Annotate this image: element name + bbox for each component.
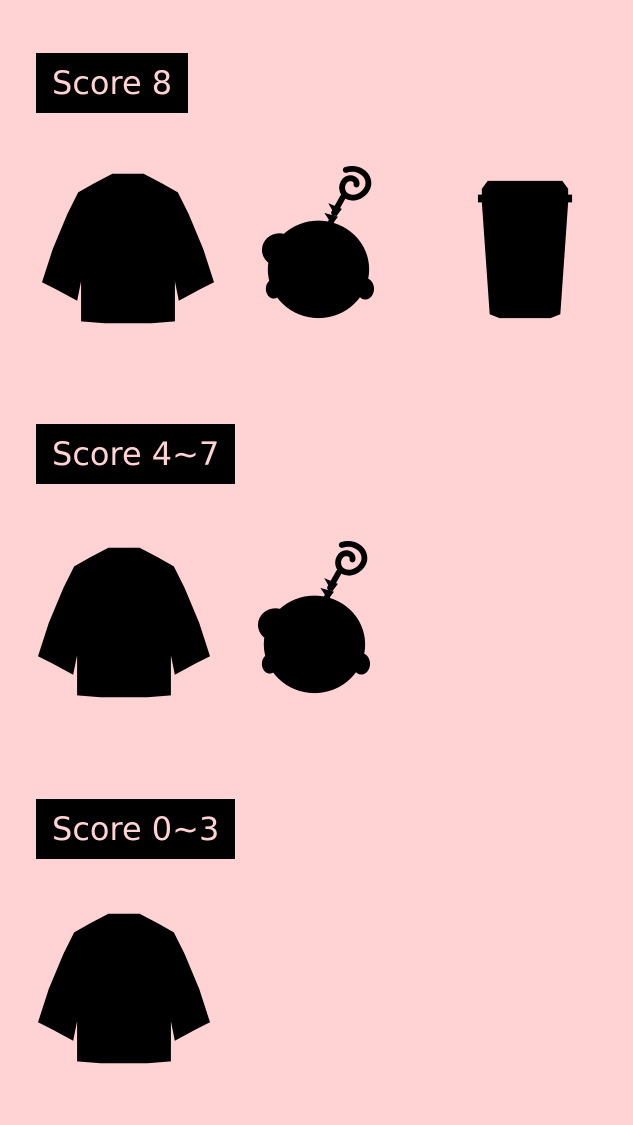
jacket-icon xyxy=(38,544,210,702)
tier-label-score-8: Score 8 xyxy=(36,53,189,113)
jacket-icon xyxy=(42,170,214,328)
keychain-icon xyxy=(260,165,375,323)
jacket-icon xyxy=(38,910,210,1068)
tier-label-score-4-7: Score 4~7 xyxy=(36,424,236,484)
tier-label-score-0-3: Score 0~3 xyxy=(36,799,236,859)
cup-icon xyxy=(474,178,576,321)
keychain-icon xyxy=(256,540,371,698)
